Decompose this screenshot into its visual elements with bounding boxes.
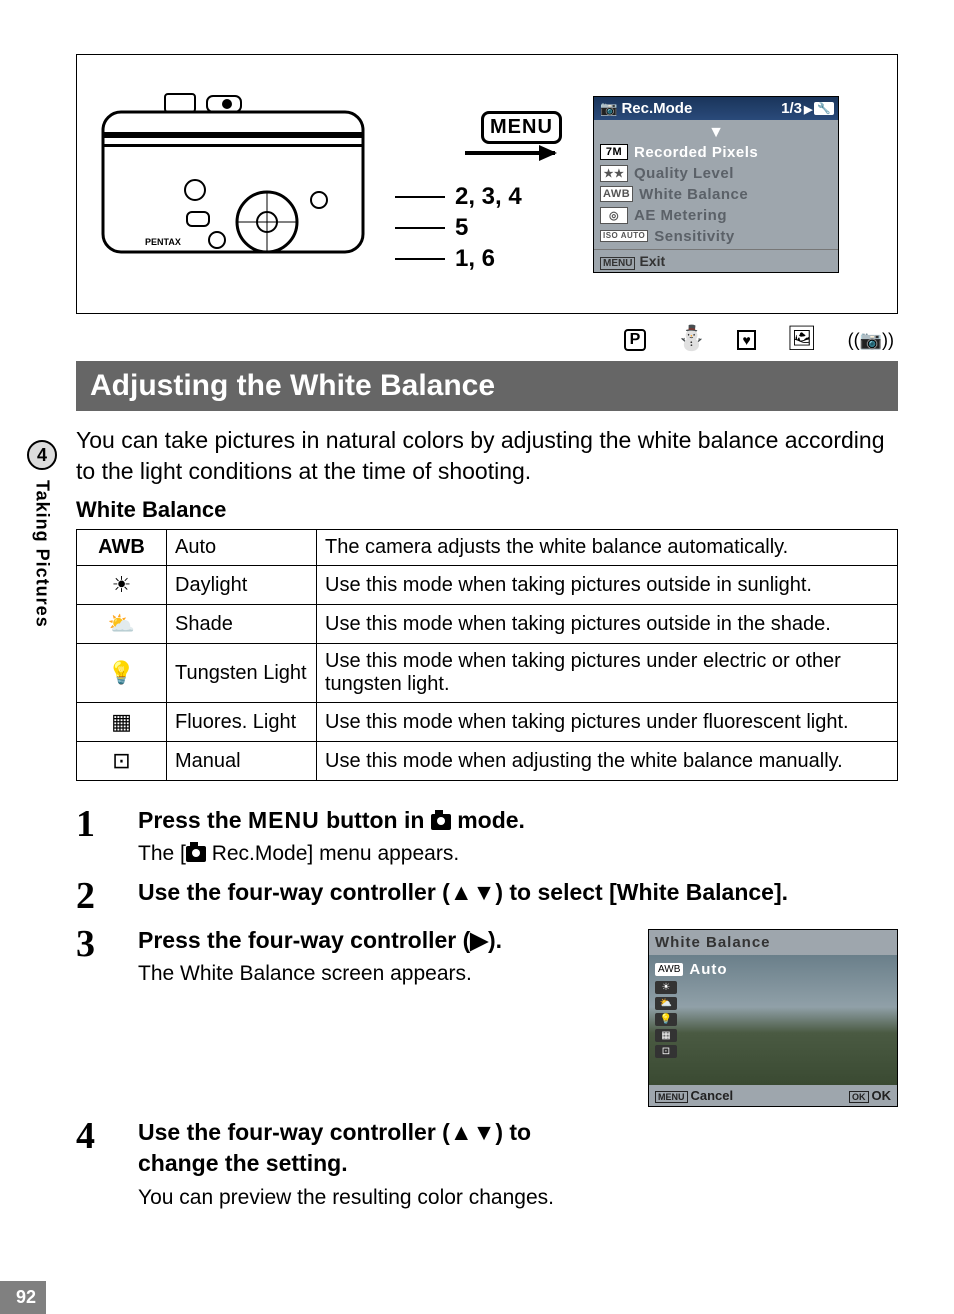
chapter-number: 4 xyxy=(27,440,57,470)
step-4-title: Use the four-way controller (▲▼) to chan… xyxy=(138,1117,618,1179)
chapter-tab: 4 Taking Pictures xyxy=(22,440,62,633)
table-row: ⛅ Shade Use this mode when taking pictur… xyxy=(77,605,898,644)
camera-illustration: PENTAX xyxy=(97,82,377,287)
button-references: 2, 3, 4 5 1, 6 xyxy=(395,181,522,275)
favorite-mode-icon: ♥ xyxy=(737,330,755,350)
page-number: 92 xyxy=(0,1281,46,1314)
step-3: 3 White Balance AWBAuto ☀ ⛅ 💡 ▦ ⊡ xyxy=(76,925,898,1107)
chevron-right-icon xyxy=(804,100,812,117)
menu-tag: MENU xyxy=(600,257,635,270)
camera-icon xyxy=(186,846,206,862)
wb-shade-icon: ⛅ xyxy=(77,605,167,644)
svg-text:PENTAX: PENTAX xyxy=(145,237,181,247)
wb-awb-icon: AWB xyxy=(77,530,167,566)
snow-mode-icon: ⛄ xyxy=(677,325,719,352)
menu-button-label: MENU xyxy=(481,111,562,144)
table-subheading: White Balance xyxy=(76,497,898,523)
white-balance-table: AWB Auto The camera adjusts the white ba… xyxy=(76,529,898,781)
program-mode-icon: P xyxy=(624,329,647,351)
lcd-title: Rec.Mode xyxy=(621,100,692,117)
lcd-page: 1/3 xyxy=(781,100,802,117)
diagram-frame: PENTAX MENU 2, 3, 4 5 1, 6 📷 Rec.Mode 1/… xyxy=(76,54,898,314)
frame-mode-icon: 🖼 xyxy=(786,325,828,352)
step-2: 2 Use the four-way controller (▲▼) to se… xyxy=(76,877,898,915)
shake-reduction-icon: ((📷)) xyxy=(848,330,894,350)
step-1: 1 Press the MENU button in mode. The [ R… xyxy=(76,805,898,867)
exit-label: Exit xyxy=(639,253,665,269)
table-row: ⊡ Manual Use this mode when adjusting th… xyxy=(77,742,898,781)
step-4: 4 Use the four-way controller (▲▼) to ch… xyxy=(76,1117,898,1210)
step-2-title: Use the four-way controller (▲▼) to sele… xyxy=(138,877,898,908)
white-balance-preview: White Balance AWBAuto ☀ ⛅ 💡 ▦ ⊡ xyxy=(648,929,898,1107)
intro-paragraph: You can take pictures in natural colors … xyxy=(76,425,898,487)
wb-tungsten-icon: 💡 xyxy=(77,644,167,703)
table-row: 💡 Tungsten Light Use this mode when taki… xyxy=(77,644,898,703)
table-row: AWB Auto The camera adjusts the white ba… xyxy=(77,530,898,566)
wb-fluorescent-icon: ▦ xyxy=(77,703,167,742)
chapter-label: Taking Pictures xyxy=(32,480,53,628)
section-heading: Adjusting the White Balance xyxy=(76,361,898,411)
mode-icons-row: P ⛄ ♥ 🖼 ((📷)) xyxy=(76,324,898,353)
wb-manual-icon: ⊡ xyxy=(77,742,167,781)
table-row: ☀ Daylight Use this mode when taking pic… xyxy=(77,566,898,605)
table-row: ▦ Fluores. Light Use this mode when taki… xyxy=(77,703,898,742)
camera-icon xyxy=(431,814,451,830)
step-1-desc: The [ Rec.Mode] menu appears. xyxy=(138,840,898,867)
step-1-title: Press the MENU button in mode. xyxy=(138,805,898,836)
step-4-desc: You can preview the resulting color chan… xyxy=(138,1184,618,1211)
arrow-icon xyxy=(465,151,555,155)
wb-daylight-icon: ☀ xyxy=(77,566,167,605)
wrench-icon: 🔧 xyxy=(814,102,834,115)
lcd-menu-screenshot: 📷 Rec.Mode 1/3 🔧 ▼ 7MRecorded Pixels ★★Q… xyxy=(593,96,839,273)
camera-icon: 📷 xyxy=(600,100,617,117)
chevron-down-icon: ▼ xyxy=(600,124,832,142)
